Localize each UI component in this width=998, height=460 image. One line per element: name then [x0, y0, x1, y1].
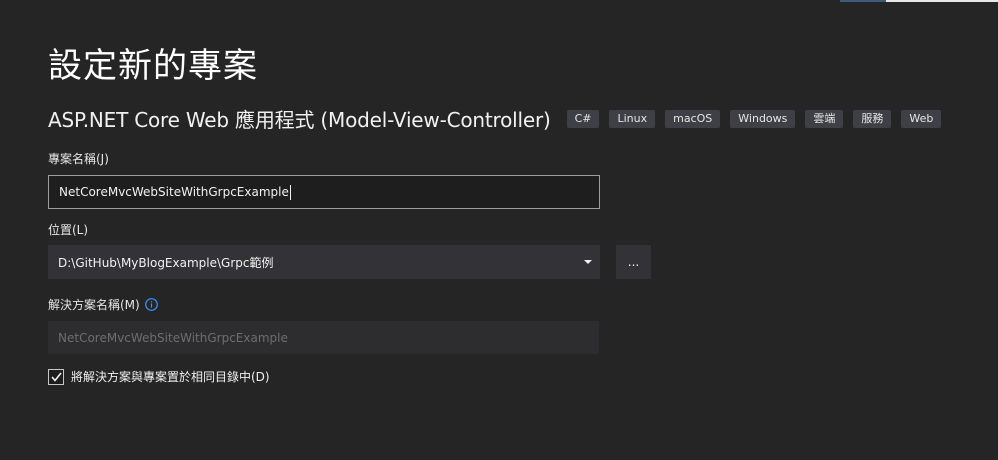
tag-linux: Linux [609, 109, 656, 128]
solution-name-input: NetCoreMvcWebSiteWithGrpcExample [48, 321, 599, 354]
top-scroll-indicator [886, 0, 998, 2]
project-name-input[interactable]: NetCoreMvcWebSiteWithGrpcExample [48, 175, 600, 209]
project-name-label: 專案名稱(J) [48, 152, 109, 166]
tag-macos: macOS [665, 109, 721, 128]
template-info: ASP.NET Core Web 應用程式 (Model-View-Contro… [48, 104, 951, 133]
tag-web: Web [901, 109, 942, 128]
text-caret [289, 184, 291, 200]
info-icon[interactable] [144, 298, 158, 311]
location-dropdown[interactable]: D:\GitHub\MyBlogExample\Grpc範例 [48, 245, 600, 279]
tag-cloud: 雲端 [805, 109, 844, 128]
checkmark-icon [50, 372, 62, 382]
same-directory-label: 將解決方案與專案置於相同目錄中(D) [71, 370, 270, 384]
solution-name-label: 解決方案名稱(M) [48, 298, 140, 312]
template-name: ASP.NET Core Web 應用程式 (Model-View-Contro… [48, 108, 551, 132]
page-title: 設定新的專案 [48, 46, 258, 86]
same-directory-checkbox[interactable] [48, 368, 64, 385]
location-label: 位置(L) [48, 223, 89, 237]
solution-name-label-row: 解決方案名稱(M) [48, 296, 158, 313]
project-name-value: NetCoreMvcWebSiteWithGrpcExample [59, 185, 289, 199]
browse-button[interactable]: ... [616, 245, 651, 279]
tag-csharp: C# [566, 109, 600, 128]
top-accent-bar [840, 0, 886, 2]
tag-windows: Windows [730, 109, 796, 128]
same-directory-option[interactable]: 將解決方案與專案置於相同目錄中(D) [48, 368, 270, 385]
tag-service: 服務 [853, 109, 892, 128]
chevron-down-icon[interactable] [580, 254, 596, 270]
location-value: D:\GitHub\MyBlogExample\Grpc範例 [58, 255, 274, 270]
